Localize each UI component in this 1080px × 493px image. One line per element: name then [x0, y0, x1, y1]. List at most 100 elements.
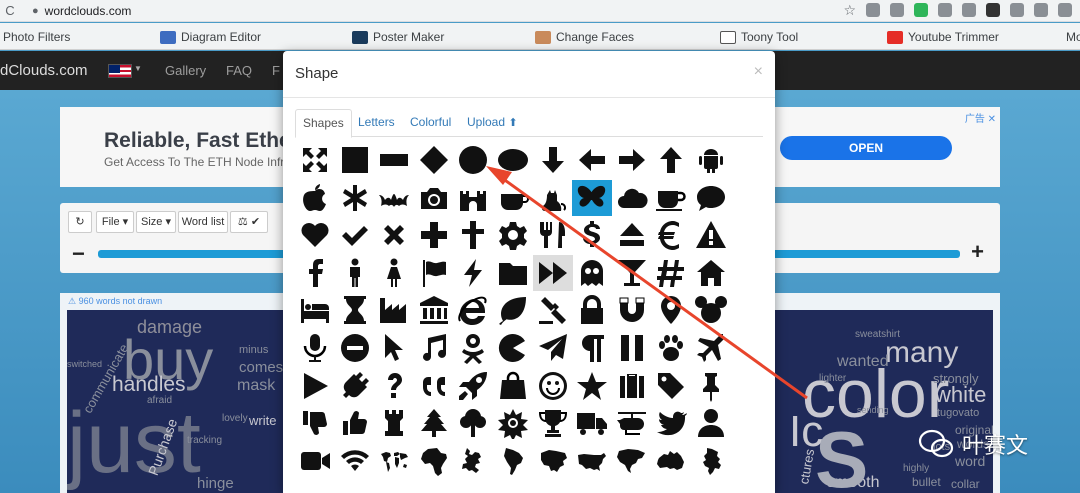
apple-icon[interactable]	[295, 180, 335, 216]
cutlery-icon[interactable]	[533, 217, 573, 253]
world-map-icon[interactable]	[374, 443, 414, 479]
paw-icon[interactable]	[651, 330, 691, 366]
bookmark-photo-filters[interactable]: Photo Filters	[3, 30, 70, 44]
minus-icon[interactable]: −	[72, 241, 85, 267]
asterisk-icon[interactable]	[335, 180, 375, 216]
plus-icon[interactable]: +	[971, 239, 984, 265]
bank-icon[interactable]	[414, 292, 454, 328]
nav-gallery[interactable]: Gallery	[165, 63, 206, 78]
trophy-icon[interactable]	[533, 405, 573, 441]
minus-circle-icon[interactable]	[335, 330, 375, 366]
lock-icon[interactable]	[572, 292, 612, 328]
fast-forward-icon[interactable]	[533, 255, 573, 291]
caret-down-icon[interactable]: ▼	[134, 64, 142, 73]
tag-icon[interactable]	[651, 368, 691, 404]
truck-icon[interactable]	[572, 405, 612, 441]
facebook-icon[interactable]	[295, 255, 335, 291]
camera-icon[interactable]	[414, 180, 454, 216]
paragraph-icon[interactable]	[572, 330, 612, 366]
star-icon[interactable]	[572, 368, 612, 404]
sunflower-icon[interactable]	[493, 405, 533, 441]
bookmark-more[interactable]: Mo	[1066, 30, 1080, 44]
file-menu[interactable]: File ▾	[96, 211, 134, 233]
rook-icon[interactable]	[374, 405, 414, 441]
cup-paw-icon[interactable]	[493, 180, 533, 216]
quote-icon[interactable]	[414, 368, 454, 404]
paper-plane-icon[interactable]	[533, 330, 573, 366]
android-icon[interactable]	[691, 142, 731, 178]
female-icon[interactable]	[374, 255, 414, 291]
tab-colorful[interactable]: Colorful	[403, 109, 458, 137]
arrow-down-icon[interactable]	[533, 142, 573, 178]
video-icon[interactable]	[295, 443, 335, 479]
hourglass-icon[interactable]	[335, 292, 375, 328]
cross-icon[interactable]	[453, 217, 493, 253]
heart-icon[interactable]	[295, 217, 335, 253]
plug-icon[interactable]	[335, 368, 375, 404]
internet-explorer-icon[interactable]	[453, 292, 493, 328]
martini-icon[interactable]	[612, 255, 652, 291]
user-icon[interactable]	[691, 405, 731, 441]
extension-icon[interactable]	[986, 3, 1000, 17]
thumbs-down-icon[interactable]	[295, 405, 335, 441]
odnoklassniki-icon[interactable]	[453, 330, 493, 366]
extension-icon[interactable]	[1010, 3, 1024, 17]
leaf-icon[interactable]	[493, 292, 533, 328]
nav-faq[interactable]: FAQ	[226, 63, 252, 78]
euro-icon[interactable]	[651, 217, 691, 253]
size-menu[interactable]: Size ▾	[136, 211, 176, 233]
asia-icon[interactable]	[533, 443, 573, 479]
bookmark-youtube-trimmer[interactable]: Youtube Trimmer	[887, 30, 999, 44]
tab-letters[interactable]: Letters	[351, 109, 402, 137]
bookmark-poster-maker[interactable]: Poster Maker	[352, 30, 444, 44]
tab-upload[interactable]: Upload ⬆	[460, 109, 525, 137]
bat-icon[interactable]	[374, 180, 414, 216]
speech-bubble-icon[interactable]	[691, 180, 731, 216]
check-icon[interactable]	[335, 217, 375, 253]
ghost-icon[interactable]	[572, 255, 612, 291]
extension-icon[interactable]	[1058, 3, 1072, 17]
rocket-icon[interactable]	[453, 368, 493, 404]
arrow-right-icon[interactable]	[612, 142, 652, 178]
nav-partial[interactable]: F	[272, 63, 280, 78]
bed-icon[interactable]	[295, 292, 335, 328]
bookmark-toony-tool[interactable]: Toony Tool	[720, 30, 798, 44]
extension-icon[interactable]	[914, 3, 928, 17]
url-text[interactable]: wordclouds.com	[45, 4, 132, 18]
site-brand[interactable]: dClouds.com	[0, 62, 88, 79]
bolt-icon[interactable]	[453, 255, 493, 291]
europe-icon[interactable]	[453, 443, 493, 479]
folder-icon[interactable]	[493, 255, 533, 291]
industry-icon[interactable]	[374, 292, 414, 328]
tab-shapes[interactable]: Shapes	[295, 109, 352, 138]
close-icon[interactable]: ×	[754, 63, 763, 81]
reload-icon[interactable]: C	[0, 3, 20, 18]
smile-icon[interactable]	[533, 368, 573, 404]
tree-icon[interactable]	[414, 405, 454, 441]
mouse-pointer-icon[interactable]	[374, 330, 414, 366]
expand-arrows-icon[interactable]	[295, 142, 335, 178]
square-icon[interactable]	[335, 142, 375, 178]
language-flag-icon[interactable]	[108, 64, 132, 78]
ellipse-icon[interactable]	[493, 142, 533, 178]
cat-icon[interactable]	[533, 180, 573, 216]
home-icon[interactable]	[691, 255, 731, 291]
extension-icon[interactable]	[938, 3, 952, 17]
gear-icon[interactable]	[493, 217, 533, 253]
pause-icon[interactable]	[612, 330, 652, 366]
mouse-ears-icon[interactable]	[691, 292, 731, 328]
tree-round-icon[interactable]	[453, 405, 493, 441]
north-america-icon[interactable]	[612, 443, 652, 479]
arrow-up-icon[interactable]	[651, 142, 691, 178]
flag-icon[interactable]	[414, 255, 454, 291]
times-icon[interactable]	[374, 217, 414, 253]
pacman-icon[interactable]	[493, 330, 533, 366]
usa-icon[interactable]	[572, 443, 612, 479]
extension-icon[interactable]	[1034, 3, 1048, 17]
castle-icon[interactable]	[453, 180, 493, 216]
plane-icon[interactable]	[691, 330, 731, 366]
extension-icon[interactable]	[866, 3, 880, 17]
hashtag-icon[interactable]	[651, 255, 691, 291]
bookmark-diagram-editor[interactable]: Diagram Editor	[160, 30, 261, 44]
south-america-icon[interactable]	[493, 443, 533, 479]
